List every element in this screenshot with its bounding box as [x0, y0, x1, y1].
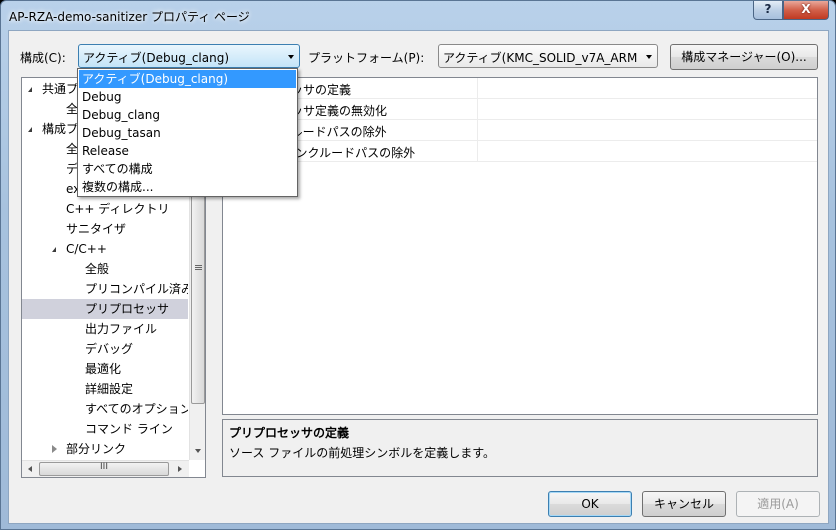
expanded-icon: [52, 247, 56, 252]
tree-item-sanitizer[interactable]: サニタイザ: [66, 219, 126, 239]
dropdown-option[interactable]: Debug: [79, 88, 296, 106]
tree-item-advanced[interactable]: 詳細設定: [85, 379, 133, 399]
tree-item-all-options[interactable]: すべてのオプション: [85, 399, 188, 419]
tree-item-c-cpp[interactable]: C/C++: [52, 239, 182, 259]
help-button[interactable]: ?: [753, 1, 783, 20]
dropdown-option[interactable]: 複数の構成...: [79, 178, 296, 196]
tree-item-cpp-directories[interactable]: C++ ディレクトリ: [66, 199, 169, 219]
scroll-left-icon[interactable]: [28, 466, 32, 472]
window-title: AP-RZA-demo-sanitizer プロパティ ページ: [9, 10, 250, 24]
tree-item-precompiled-headers[interactable]: プリコンパイル済みヘッダー: [85, 279, 188, 299]
dropdown-option[interactable]: Debug_clang: [79, 106, 296, 124]
thumb-grip: III: [100, 462, 108, 472]
tree-item-cpp-general[interactable]: 全般: [85, 259, 109, 279]
platform-label: プラットフォーム(P):: [308, 51, 425, 65]
tree-item-partial-link[interactable]: 部分リンク: [52, 439, 182, 459]
platform-combobox[interactable]: アクティブ(KMC_SOLID_v7A_ARM: [438, 44, 658, 68]
dropdown-option[interactable]: アクティブ(Debug_clang): [79, 70, 296, 88]
config-manager-button[interactable]: 構成マネージャー(O)...: [670, 44, 818, 70]
config-combobox[interactable]: アクティブ(Debug_clang): [78, 44, 300, 68]
collapsed-icon: [52, 445, 57, 453]
grid-row[interactable]: C++標準インクルードパスの除外: [223, 141, 817, 162]
tree-item-command-line[interactable]: コマンド ライン: [85, 419, 173, 439]
tree-horizontal-thumb[interactable]: III: [39, 462, 169, 476]
ok-button[interactable]: OK: [548, 491, 632, 517]
expanded-icon: [28, 127, 32, 132]
config-value: アクティブ(Debug_clang): [83, 51, 230, 65]
help-icon: ?: [764, 2, 772, 16]
dropdown-option[interactable]: すべての構成: [79, 160, 296, 178]
tree-horizontal-scrollbar[interactable]: III: [22, 460, 189, 477]
title-bar[interactable]: AP-RZA-demo-sanitizer プロパティ ページ ? X: [1, 1, 835, 31]
dropdown-option[interactable]: Release: [79, 142, 296, 160]
property-grid[interactable]: プリプロセッサの定義 プリプロセッサ定義の無効化 標準インクルードパスの除外 C…: [222, 77, 818, 415]
grid-row[interactable]: 標準インクルードパスの除外: [223, 120, 817, 141]
grid-row[interactable]: プリプロセッサの定義: [223, 78, 817, 99]
chevron-down-icon: [646, 55, 652, 59]
scroll-right-icon[interactable]: [178, 466, 182, 472]
expanded-icon: [28, 87, 32, 92]
chevron-down-icon: [288, 55, 294, 59]
config-manager-label: 構成マネージャー(O)...: [681, 50, 807, 64]
description-text: ソース ファイルの前処理シンボルを定義します。: [229, 446, 496, 460]
cancel-button[interactable]: キャンセル: [642, 491, 726, 517]
config-label: 構成(C):: [20, 51, 66, 65]
close-icon: X: [801, 2, 811, 16]
close-button[interactable]: X: [783, 1, 829, 20]
description-title: プリプロセッサの定義: [229, 426, 350, 440]
tree-item-output-files[interactable]: 出力ファイル: [85, 319, 157, 339]
tree-item-cpp-debugging[interactable]: デバッグ: [85, 339, 133, 359]
properties-dialog: AP-RZA-demo-sanitizer プロパティ ページ ? X 構成(C…: [0, 0, 836, 530]
grid-row[interactable]: プリプロセッサ定義の無効化: [223, 99, 817, 120]
scroll-down-icon[interactable]: [195, 449, 201, 453]
tree-item-preprocessor[interactable]: プリプロセッサ: [22, 299, 188, 319]
tree-item-optimization[interactable]: 最適化: [85, 359, 121, 379]
dropdown-option[interactable]: Debug_tasan: [79, 124, 296, 142]
apply-button[interactable]: 適用(A): [736, 491, 820, 517]
config-dropdown-list[interactable]: アクティブ(Debug_clang) Debug Debug_clang Deb…: [77, 68, 298, 197]
platform-value: アクティブ(KMC_SOLID_v7A_ARM: [443, 51, 638, 65]
description-panel: プリプロセッサの定義 ソース ファイルの前処理シンボルを定義します。: [222, 419, 818, 477]
